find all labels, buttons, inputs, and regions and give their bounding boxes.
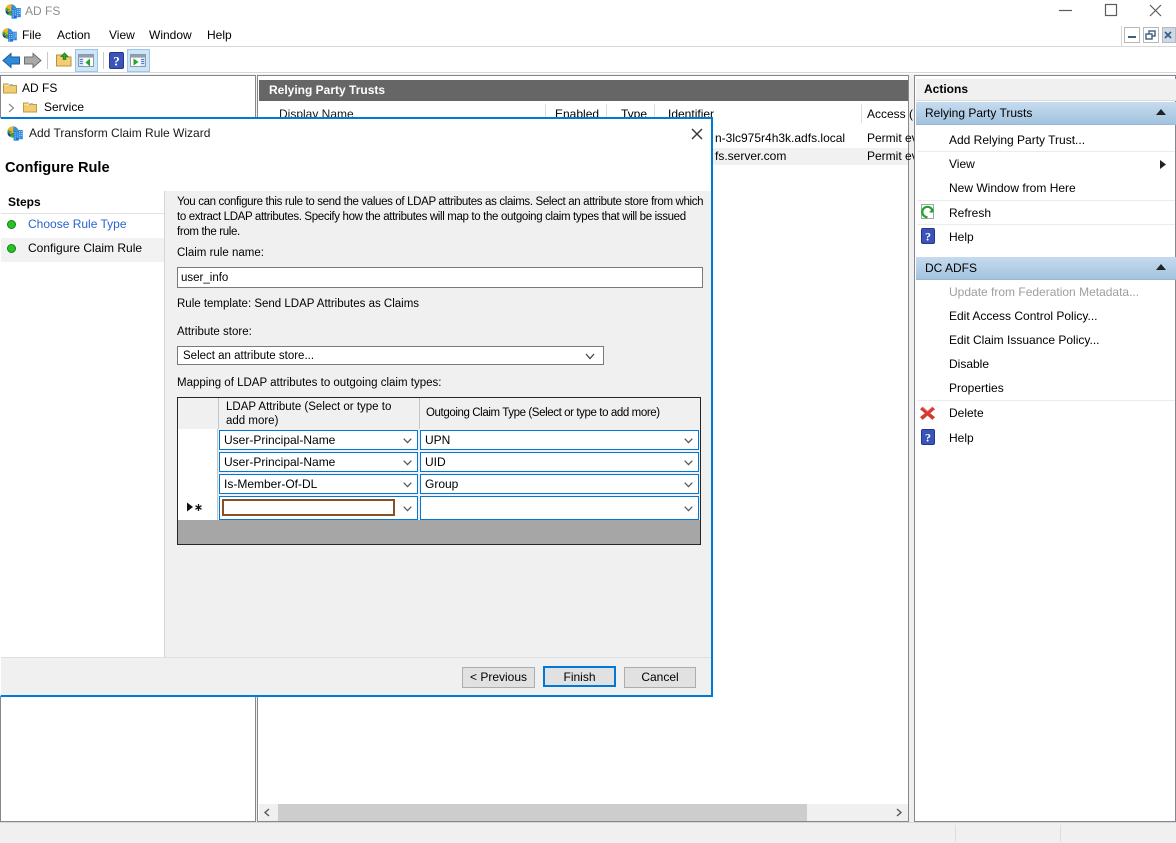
svg-text:?: ? <box>113 54 120 69</box>
